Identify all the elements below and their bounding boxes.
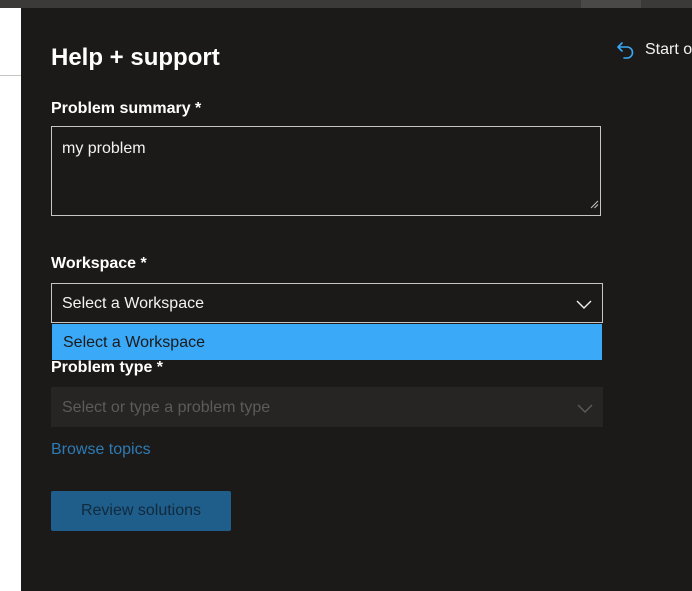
workspace-select-value: Select a Workspace [62,295,204,312]
problem-type-combobox[interactable]: Select or type a problem type [51,387,603,427]
workspace-select[interactable]: Select a Workspace [51,283,603,323]
browse-topics-link[interactable]: Browse topics [51,441,151,459]
review-solutions-button[interactable]: Review solutions [51,491,231,531]
chevron-down-icon [577,401,593,419]
problem-type-label: Problem type * [51,359,164,376]
start-over-label: Start over [645,41,692,58]
problem-type-placeholder: Select or type a problem type [62,399,271,416]
problem-summary-field[interactable]: my problem [51,126,601,216]
panel-title: Help + support [51,44,220,71]
problem-summary-value: my problem [62,140,146,157]
start-over-button[interactable]: Start over [616,40,692,60]
background-divider [0,75,21,76]
chevron-down-icon [576,297,592,315]
undo-icon [616,40,636,60]
workspace-option[interactable]: Select a Workspace [52,324,602,360]
top-bar [0,0,692,8]
workspace-label: Workspace * [51,255,147,272]
background-page [0,8,21,591]
workspace-option-label: Select a Workspace [63,334,205,351]
resize-grip-icon[interactable] [590,196,599,214]
review-solutions-label: Review solutions [80,502,202,519]
problem-summary-label: Problem summary * [51,100,202,117]
top-bar-segment [581,0,641,8]
